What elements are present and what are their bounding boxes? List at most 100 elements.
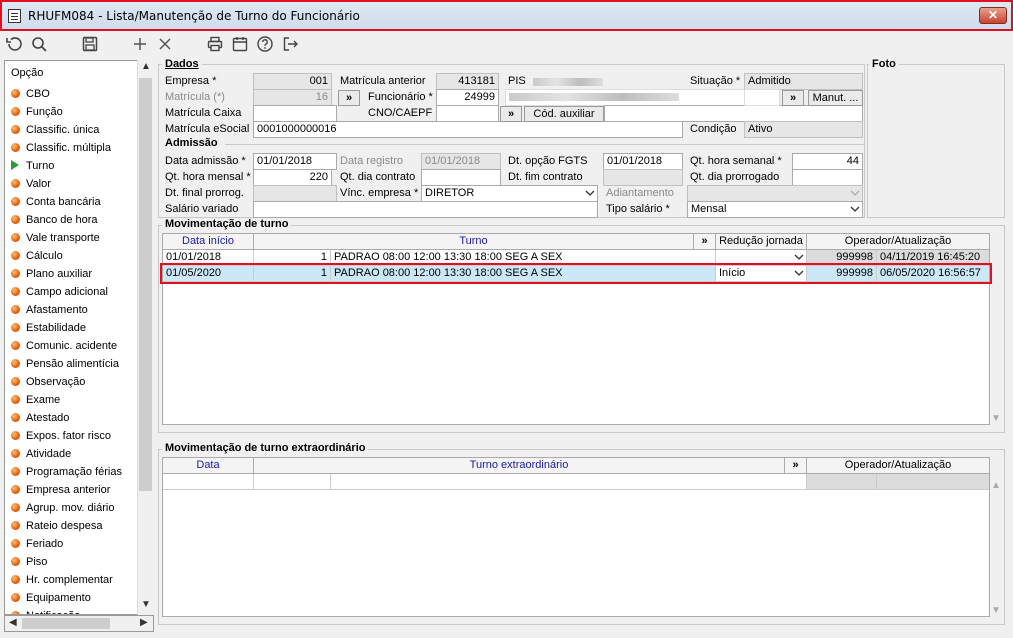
qt-dia-contrato-field[interactable] [421, 169, 501, 186]
tipo-salario-select[interactable]: Mensal [687, 201, 863, 218]
matricula-field[interactable]: 16 [253, 89, 332, 106]
dt-final-prorrog-label: Dt. final prorrog. [165, 187, 244, 199]
sidebar-scroll-thumb[interactable] [139, 78, 152, 491]
manut-expand-button[interactable]: » [782, 90, 804, 106]
data-admissao-label: Data admissão * [165, 155, 246, 167]
sidebar-item-label: Estabilidade [26, 322, 86, 334]
sidebar-item-22[interactable]: Empresa anterior [11, 481, 110, 499]
extra-grid-scroll-down-icon[interactable]: ▼ [991, 605, 1001, 616]
scroll-right-icon[interactable]: ▶ [140, 617, 148, 628]
adiantamento-select[interactable] [687, 185, 863, 202]
sidebar-item-26[interactable]: Piso [11, 553, 47, 571]
column-turno[interactable]: Turno [254, 234, 694, 250]
exit-icon[interactable] [280, 35, 300, 55]
sidebar-item-4[interactable]: Turno [11, 157, 54, 175]
sidebar-item-17[interactable]: Exame [11, 391, 60, 409]
extra-row1-data[interactable] [163, 474, 254, 490]
calendar-icon[interactable] [230, 35, 250, 55]
sidebar-item-9[interactable]: Cálculo [11, 247, 63, 265]
extra-grid-scroll-up-icon[interactable]: ▲ [991, 480, 1001, 491]
sidebar-item-12[interactable]: Afastamento [11, 301, 88, 319]
sidebar-item-3[interactable]: Classific. múltipla [11, 139, 111, 157]
dt-final-prorrog-field[interactable] [253, 185, 337, 202]
sidebar-item-29[interactable]: Notificação [11, 607, 80, 614]
delete-icon[interactable] [155, 35, 175, 55]
dt-opcao-fgts-field[interactable]: 01/01/2018 [603, 153, 683, 170]
search-icon[interactable] [29, 35, 49, 55]
data-admissao-field[interactable]: 01/01/2018 [253, 153, 337, 170]
dt-fim-contrato-field[interactable] [603, 169, 683, 186]
sidebar-item-27[interactable]: Hr. complementar [11, 571, 113, 589]
manut-button[interactable]: Manut. ... [808, 90, 863, 106]
undo-icon[interactable] [4, 35, 24, 55]
sidebar-item-1[interactable]: Função [11, 103, 63, 121]
matricula-caixa-field[interactable] [253, 105, 337, 122]
funcionario-expand-button[interactable]: » [338, 90, 360, 106]
close-button[interactable]: ✕ [979, 7, 1007, 24]
dt-fim-contrato-label: Dt. fim contrato [508, 171, 583, 183]
salario-variado-field[interactable] [253, 201, 598, 218]
save-icon[interactable] [80, 35, 100, 55]
funcionario-field[interactable]: 24999 [436, 89, 499, 106]
cod-auxiliar-expand-button[interactable]: » [500, 106, 522, 122]
column-data[interactable]: Data [163, 458, 254, 474]
sidebar-item-0[interactable]: CBO [11, 85, 50, 103]
print-icon[interactable] [205, 35, 225, 55]
column-expand-button[interactable]: » [694, 234, 716, 250]
bullet-icon [11, 575, 20, 584]
help-icon[interactable] [255, 35, 275, 55]
bullet-icon [11, 341, 20, 350]
sidebar-item-20[interactable]: Atividade [11, 445, 71, 463]
column-operador-atualizacao[interactable]: Operador/Atualização [807, 234, 989, 250]
column-data-inicio[interactable]: Data início [163, 234, 254, 250]
sidebar-item-15[interactable]: Pensão alimentícia [11, 355, 119, 373]
sidebar-item-18[interactable]: Atestado [11, 409, 69, 427]
matricula-esocial-field[interactable]: 0001000000016 [253, 121, 683, 138]
vinc-empresa-select[interactable]: DIRETOR [421, 185, 598, 202]
sidebar-item-5[interactable]: Valor [11, 175, 51, 193]
qt-hora-semanal-field[interactable]: 44 [792, 153, 863, 170]
sidebar-item-2[interactable]: Classific. única [11, 121, 99, 139]
cno-caepf-field[interactable] [436, 105, 499, 122]
grid-scroll-down-icon[interactable]: ▼ [991, 413, 1001, 424]
data-registro-field[interactable]: 01/01/2018 [421, 153, 501, 170]
sidebar-item-7[interactable]: Banco de hora [11, 211, 98, 229]
sidebar-item-8[interactable]: Vale transporte [11, 229, 100, 247]
sidebar-item-label: Feriado [26, 538, 64, 550]
condicao-field[interactable]: Ativo [744, 121, 863, 138]
sidebar-item-6[interactable]: Conta bancária [11, 193, 101, 211]
column-extra-expand-button[interactable]: » [785, 458, 807, 474]
column-extra-operador-atualizacao[interactable]: Operador/Atualização [807, 458, 989, 474]
sidebar-item-21[interactable]: Programação férias [11, 463, 122, 481]
sidebar-item-14[interactable]: Comunic. acidente [11, 337, 117, 355]
qt-hora-mensal-field[interactable]: 220 [253, 169, 332, 186]
bullet-icon [11, 359, 20, 368]
sidebar-item-label: Hr. complementar [26, 574, 113, 586]
condicao-label: Condição [690, 123, 737, 135]
sidebar-item-19[interactable]: Expos. fator risco [11, 427, 111, 445]
sidebar-item-13[interactable]: Estabilidade [11, 319, 86, 337]
scroll-left-icon[interactable]: ◀ [9, 617, 17, 628]
sidebar-item-23[interactable]: Agrup. mov. diário [11, 499, 114, 517]
cod-auxiliar-button[interactable]: Cód. auxiliar [524, 106, 604, 122]
sidebar-item-28[interactable]: Equipamento [11, 589, 91, 607]
bullet-icon [11, 233, 20, 242]
qt-dia-prorrogado-field[interactable] [792, 169, 863, 186]
sidebar-item-25[interactable]: Feriado [11, 535, 63, 553]
sidebar-item-10[interactable]: Plano auxiliar [11, 265, 92, 283]
sidebar-hscroll-thumb[interactable] [22, 618, 110, 629]
extra-row1-codigo[interactable] [254, 474, 331, 490]
extra-row1-turno[interactable] [331, 474, 807, 490]
add-icon[interactable] [130, 35, 150, 55]
matricula-anterior-field[interactable]: 413181 [436, 73, 499, 90]
sidebar-item-24[interactable]: Rateio despesa [11, 517, 102, 535]
cod-auxiliar-field[interactable] [604, 105, 863, 122]
empresa-field[interactable]: 001 [253, 73, 332, 90]
scroll-up-icon[interactable]: ▲ [141, 61, 151, 72]
column-reducao-jornada[interactable]: Redução jornada [716, 234, 807, 250]
sidebar-item-11[interactable]: Campo adicional [11, 283, 108, 301]
scroll-down-icon[interactable]: ▼ [141, 599, 151, 610]
sidebar-item-16[interactable]: Observação [11, 373, 85, 391]
situacao-field[interactable]: Admitido [744, 73, 863, 90]
column-turno-extraordinario[interactable]: Turno extraordinário [254, 458, 785, 474]
